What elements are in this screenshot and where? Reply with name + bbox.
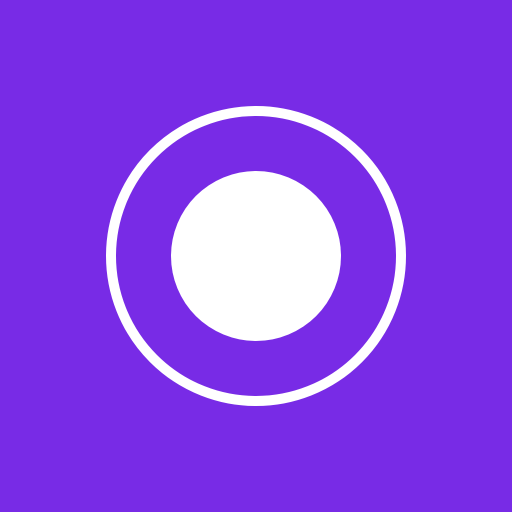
record-inner-dot — [171, 171, 341, 341]
app-icon — [0, 0, 512, 512]
record-icon — [106, 106, 406, 406]
